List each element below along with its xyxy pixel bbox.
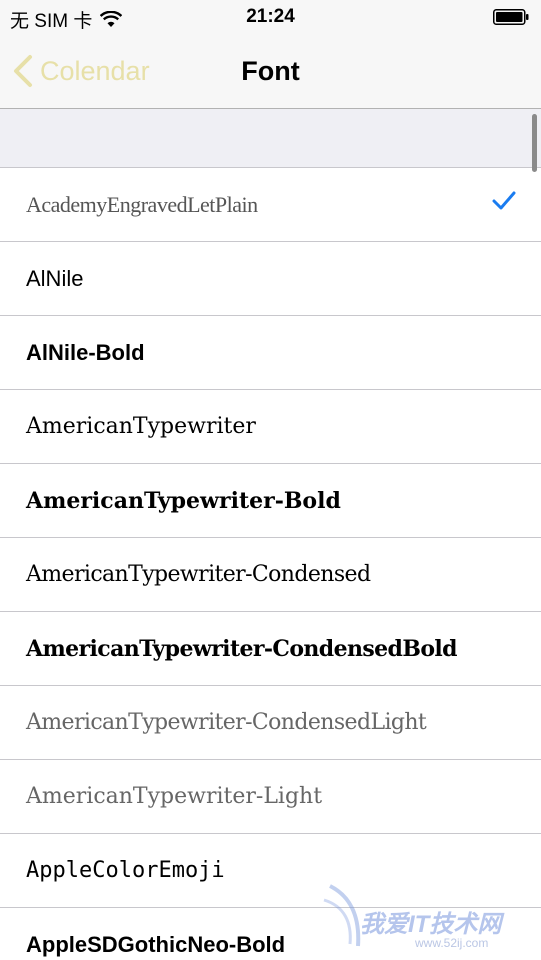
font-row-american-typewriter-condensed[interactable]: AmericanTypewriter-Condensed <box>0 538 541 612</box>
font-row-academy-engraved-let-plain[interactable]: AcademyEngravedLetPlain <box>0 168 541 242</box>
font-name: AmericanTypewriter-CondensedBold <box>26 635 458 662</box>
font-name: AmericanTypewriter-CondensedLight <box>26 710 427 735</box>
section-header <box>0 109 541 168</box>
font-name: AmericanTypewriter-Condensed <box>26 562 371 587</box>
font-row-american-typewriter-condensed-bold[interactable]: AmericanTypewriter-CondensedBold <box>0 612 541 686</box>
font-name: AppleSDGothicNeo-Bold <box>26 931 286 957</box>
font-row-apple-color-emoji[interactable]: AppleColorEmoji <box>0 834 541 908</box>
font-name: AlNile-Bold <box>26 339 145 365</box>
font-name: AlNile <box>26 265 84 291</box>
status-time: 21:24 <box>246 6 295 27</box>
font-name: AmericanTypewriter-Bold <box>26 487 341 514</box>
page-title: Font <box>241 56 300 86</box>
font-name: AppleColorEmoji <box>26 858 225 883</box>
battery-icon <box>493 9 529 25</box>
font-name: AmericanTypewriter-Light <box>26 784 323 809</box>
font-row-american-typewriter-light[interactable]: AmericanTypewriter-Light <box>0 760 541 834</box>
font-row-apple-sd-gothic-neo-bold[interactable]: AppleSDGothicNeo-Bold <box>0 908 541 960</box>
font-settings-screen: 无 SIM 卡 21:24 Colendar Font AcademyEngra… <box>0 0 541 960</box>
font-row-alnile-bold[interactable]: AlNile-Bold <box>0 316 541 390</box>
font-row-alnile[interactable]: AlNile <box>0 242 541 316</box>
status-bar: 无 SIM 卡 21:24 <box>0 0 541 38</box>
font-row-american-typewriter-condensed-light[interactable]: AmericanTypewriter-CondensedLight <box>0 686 541 760</box>
font-row-american-typewriter[interactable]: AmericanTypewriter <box>0 390 541 464</box>
navigation-bar: Colendar Font <box>0 38 541 109</box>
font-row-american-typewriter-bold[interactable]: AmericanTypewriter-Bold <box>0 464 541 538</box>
font-name: AmericanTypewriter <box>26 414 256 439</box>
checkmark-icon <box>492 191 516 210</box>
font-name: AcademyEngravedLetPlain <box>26 191 258 217</box>
scroll-indicator[interactable] <box>532 114 537 172</box>
font-list: AcademyEngravedLetPlain AlNile AlNile-Bo… <box>0 168 541 960</box>
